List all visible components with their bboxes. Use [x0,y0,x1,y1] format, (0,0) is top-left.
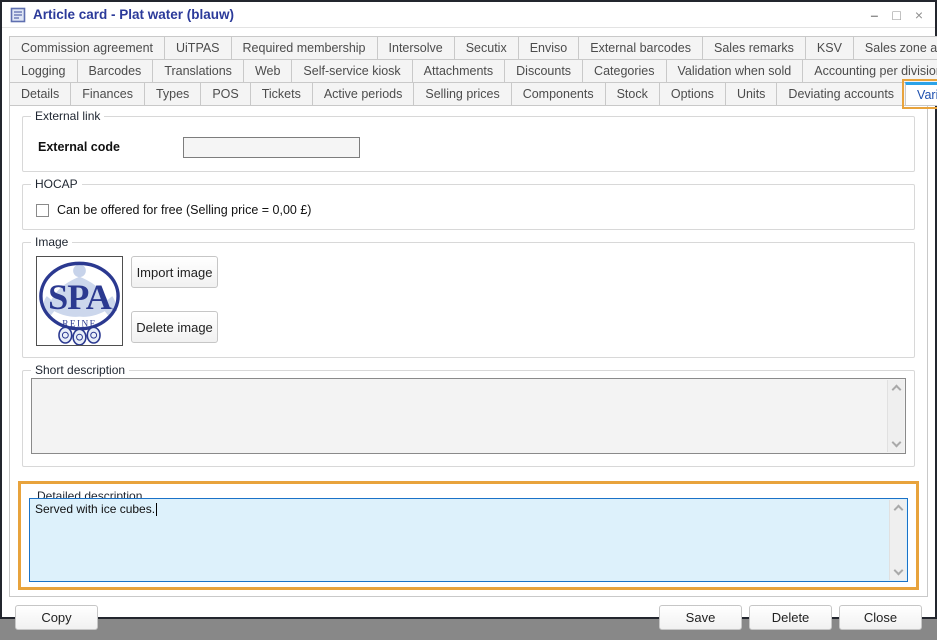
detailed-description-annotation: Detailed description Served with ice cub… [18,481,919,590]
tab-validation-when-sold[interactable]: Validation when sold [666,59,804,83]
spa-logo: SPA ™ -REINE- [37,257,122,345]
close-button[interactable]: × [915,8,923,22]
hocap-group: HOCAP Can be offered for free (Selling p… [22,184,915,230]
tab-intersolve[interactable]: Intersolve [377,36,455,60]
text-cursor [156,503,157,516]
chevron-down-icon[interactable] [893,566,903,576]
image-group: Image SPA ™ -REINE- [22,242,915,358]
svg-text:™: ™ [111,308,117,315]
hocap-group-label: HOCAP [31,177,82,191]
tab-attachments[interactable]: Attachments [412,59,505,83]
tab-options[interactable]: Options [659,82,726,106]
tab-strip: Commission agreementUiTPASRequired membe… [9,36,928,106]
tab-finances[interactable]: Finances [70,82,145,106]
tab-row-2: LoggingBarcodesTranslationsWebSelf-servi… [9,59,928,83]
delete-image-button[interactable]: Delete image [131,311,218,343]
chevron-down-icon[interactable] [891,438,901,448]
copy-button[interactable]: Copy [15,605,98,630]
external-code-label: External code [38,140,183,154]
tab-uitpas[interactable]: UiTPAS [164,36,232,60]
tab-translations[interactable]: Translations [152,59,244,83]
external-link-group-label: External link [31,109,104,123]
tab-required-membership[interactable]: Required membership [231,36,378,60]
external-link-group: External link External code [22,116,915,172]
tab-tickets[interactable]: Tickets [250,82,313,106]
tab-logging[interactable]: Logging [9,59,78,83]
tab-active-periods[interactable]: Active periods [312,82,415,106]
chevron-up-icon[interactable] [891,385,901,395]
detailed-description-textarea[interactable]: Served with ice cubes. [29,498,908,582]
window-controls: – □ × [871,8,927,22]
chevron-up-icon[interactable] [893,505,903,515]
tab-external-barcodes[interactable]: External barcodes [578,36,703,60]
tab-row-3: DetailsFinancesTypesPOSTicketsActive per… [9,82,928,106]
image-group-label: Image [31,235,72,249]
tab-commission-agreement[interactable]: Commission agreement [9,36,165,60]
save-button[interactable]: Save [659,605,742,630]
tab-components[interactable]: Components [511,82,606,106]
tab-types[interactable]: Types [144,82,201,106]
titlebar: Article card - Plat water (blauw) – □ × [2,2,935,28]
window-title: Article card - Plat water (blauw) [33,7,234,22]
free-offer-checkbox-label: Can be offered for free (Selling price =… [57,203,311,217]
delete-button[interactable]: Delete [749,605,832,630]
tab-row-1: Commission agreementUiTPASRequired membe… [9,36,928,60]
short-description-group-label: Short description [31,363,129,377]
tab-web[interactable]: Web [243,59,292,83]
tab-units[interactable]: Units [725,82,777,106]
tab-discounts[interactable]: Discounts [504,59,583,83]
free-offer-checkbox[interactable] [36,204,49,217]
tab-stock[interactable]: Stock [605,82,660,106]
tab-various[interactable]: Various [905,82,937,106]
tab-enviso[interactable]: Enviso [518,36,580,60]
article-card-window: Article card - Plat water (blauw) – □ × … [0,0,937,619]
tab-sales-remarks[interactable]: Sales remarks [702,36,806,60]
tab-deviating-accounts[interactable]: Deviating accounts [776,82,906,106]
tab-pos[interactable]: POS [200,82,250,106]
detailed-description-group: Detailed description Served with ice cub… [25,498,912,586]
external-code-input[interactable] [183,137,360,158]
tab-self-service-kiosk[interactable]: Self-service kiosk [291,59,412,83]
tab-selling-prices[interactable]: Selling prices [413,82,511,106]
maximize-button[interactable]: □ [892,8,900,22]
tab-secutix[interactable]: Secutix [454,36,519,60]
article-image: SPA ™ -REINE- [36,256,123,346]
tab-sales-zone-availability[interactable]: Sales zone availability [853,36,937,60]
tab-page-various: External link External code HOCAP Can be… [9,105,928,597]
detailed-description-scrollbar[interactable] [889,500,906,580]
svg-text:SPA: SPA [48,277,112,317]
close-button-footer[interactable]: Close [839,605,922,630]
tab-ksv[interactable]: KSV [805,36,854,60]
import-image-button[interactable]: Import image [131,256,218,288]
tab-categories[interactable]: Categories [582,59,666,83]
tab-accounting-per-division[interactable]: Accounting per division [802,59,937,83]
short-description-scrollbar[interactable] [887,380,904,452]
detailed-description-text: Served with ice cubes. [35,502,155,516]
short-description-group: Short description [22,370,915,467]
article-card-icon [10,7,26,23]
tab-barcodes[interactable]: Barcodes [77,59,154,83]
short-description-textarea[interactable] [31,378,906,454]
tab-details[interactable]: Details [9,82,71,106]
minimize-button[interactable]: – [871,8,879,22]
